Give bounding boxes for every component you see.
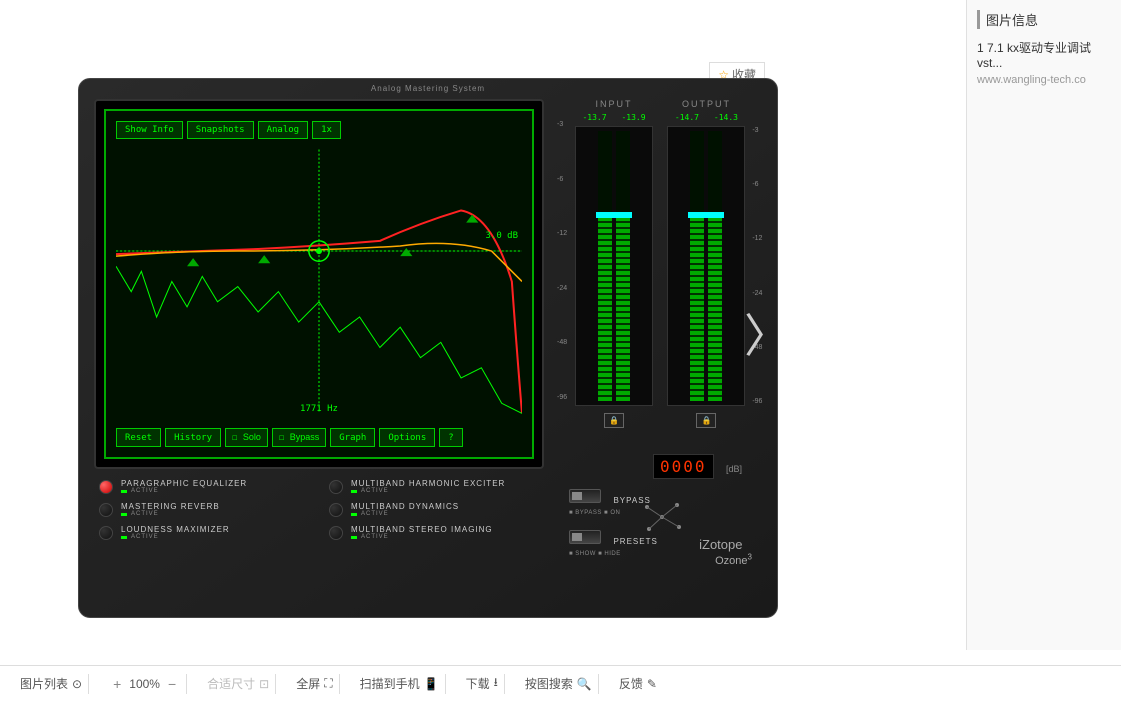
scan-button[interactable]: 扫描到手机 📱 <box>354 674 446 694</box>
feedback-icon: ✎ <box>647 677 657 691</box>
fit-size-button[interactable]: 合适尺寸 ⊡ <box>201 674 276 694</box>
show-info-button[interactable]: Show Info <box>116 121 183 139</box>
reverb-label: MASTERING REVERB <box>121 502 220 511</box>
harmonic-label: MULTIBAND HARMONIC EXCITER <box>351 479 505 488</box>
input-left-value: -13.7 <box>582 113 606 122</box>
eq-screen: Show Info Snapshots Analog 1x <box>94 99 544 469</box>
input-right-value: -13.9 <box>621 113 645 122</box>
search-icon: 🔍 <box>577 677 592 691</box>
search-by-image-button[interactable]: 按图搜索 🔍 <box>519 674 599 694</box>
logo-graphic-icon <box>637 497 687 537</box>
snapshots-button[interactable]: Snapshots <box>187 121 254 139</box>
graph-button[interactable]: Graph <box>330 428 375 447</box>
stereo-label: MULTIBAND STEREO IMAGING <box>351 525 493 534</box>
sidebar: 图片信息 1 7.1 kx驱动专业调试vst... www.wangling-t… <box>966 0 1121 650</box>
fullscreen-button[interactable]: 全屏 ⛶ <box>290 674 339 694</box>
next-arrow-icon[interactable]: 〉 <box>744 300 790 366</box>
zoom-in-button[interactable]: + <box>109 676 125 692</box>
zoom-out-button[interactable]: − <box>164 676 180 692</box>
loudness-label: LOUDNESS MAXIMIZER <box>121 525 230 534</box>
output-meter-label: OUTPUT <box>667 99 745 109</box>
chevron-down-icon: ⊙ <box>72 677 82 691</box>
bypass-switch[interactable] <box>569 489 601 503</box>
speed-button[interactable]: 1x <box>312 121 341 139</box>
phone-icon: 📱 <box>424 677 439 691</box>
bypass-checkbox[interactable]: ☐ Bypass <box>272 428 326 447</box>
download-icon: ⭳ <box>494 673 498 694</box>
input-meter-label: INPUT <box>575 99 653 109</box>
brand-logo: iZotope Ozone3 <box>699 537 752 567</box>
loudness-led[interactable] <box>99 526 113 540</box>
ozone-plugin: Analog Mastering System Show Info Snapsh… <box>78 78 778 618</box>
plugin-title: Analog Mastering System <box>79 79 777 98</box>
dynamics-led[interactable] <box>329 503 343 517</box>
input-meter <box>575 126 653 406</box>
sidebar-title: 图片信息 <box>977 10 1111 29</box>
fullscreen-icon: ⛶ <box>324 676 332 691</box>
output-meter: -3-6-12-24-48-96 <box>667 126 745 406</box>
help-button[interactable]: ? <box>439 428 462 447</box>
zoom-level: 100% <box>129 677 160 691</box>
eq-graph[interactable] <box>116 146 522 417</box>
stereo-led[interactable] <box>329 526 343 540</box>
reset-button[interactable]: Reset <box>116 428 161 447</box>
para-eq-led[interactable] <box>99 480 113 494</box>
fit-icon: ⊡ <box>259 677 269 691</box>
dynamics-label: MULTIBAND DYNAMICS <box>351 502 459 511</box>
output-left-value: -14.7 <box>675 113 699 122</box>
input-lock-icon[interactable]: 🔒 <box>604 413 624 428</box>
image-list-button[interactable]: 图片列表 ⊙ <box>14 674 89 694</box>
output-lock-icon[interactable]: 🔒 <box>696 413 716 428</box>
bottom-toolbar: 图片列表 ⊙ + 100% − 合适尺寸 ⊡ 全屏 ⛶ 扫描到手机 📱 下载 ⭳… <box>0 665 1121 701</box>
db-unit: [dB] <box>726 464 742 474</box>
output-right-value: -14.3 <box>714 113 738 122</box>
feedback-button[interactable]: 反馈 ✎ <box>613 674 663 694</box>
analog-button[interactable]: Analog <box>258 121 309 139</box>
download-button[interactable]: 下载 ⭳ <box>460 674 505 694</box>
presets-label: PRESETS <box>613 537 657 546</box>
para-eq-label: PARAGRAPHIC EQUALIZER <box>121 479 247 488</box>
sidebar-link[interactable]: 1 7.1 kx驱动专业调试vst... <box>977 39 1111 70</box>
led-display: 0000 <box>653 454 714 479</box>
frequency-readout: 1771 Hz <box>300 404 338 414</box>
harmonic-led[interactable] <box>329 480 343 494</box>
solo-checkbox[interactable]: ☐ Solo <box>225 428 268 447</box>
reverb-led[interactable] <box>99 503 113 517</box>
sidebar-url: www.wangling-tech.co <box>977 74 1111 86</box>
presets-switch[interactable] <box>569 530 601 544</box>
options-button[interactable]: Options <box>379 428 435 447</box>
history-button[interactable]: History <box>165 428 221 447</box>
gain-readout: 3.0 dB <box>485 231 518 241</box>
